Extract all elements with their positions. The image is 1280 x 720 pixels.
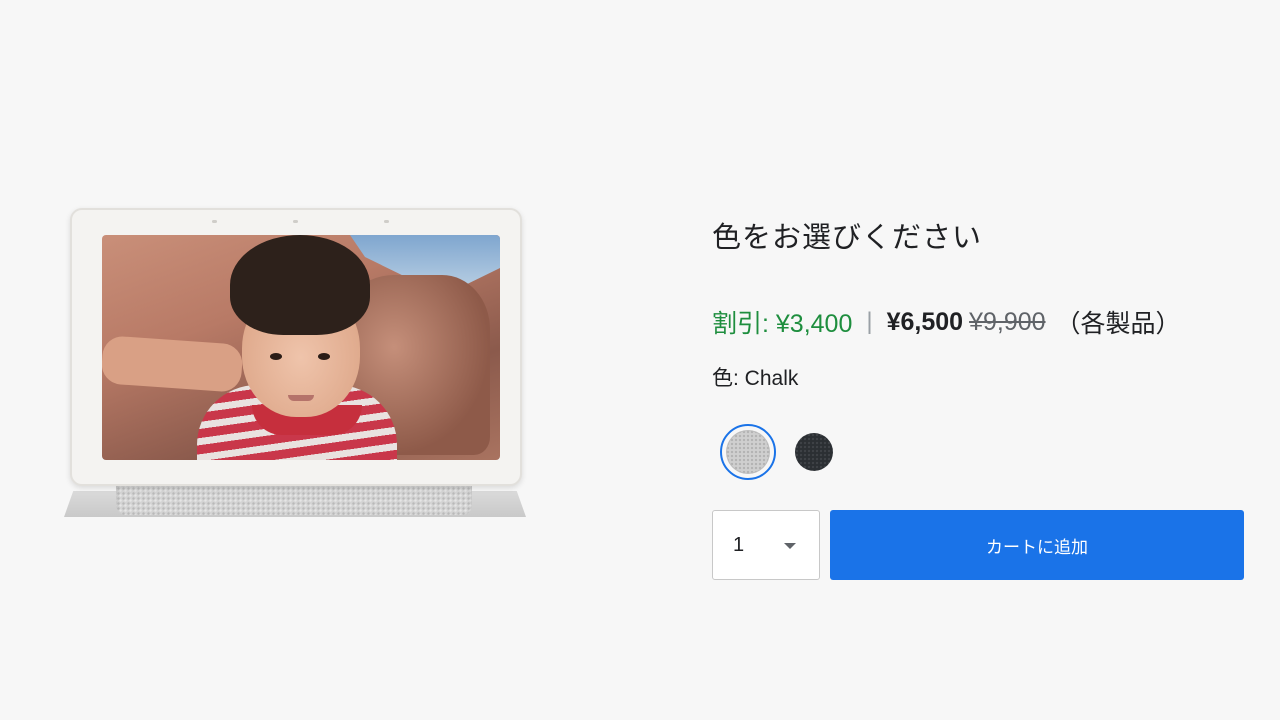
selected-color-label: 色: Chalk — [712, 367, 799, 390]
color-swatch-charcoal[interactable] — [794, 432, 834, 472]
color-swatches — [720, 424, 834, 480]
photo-eye — [318, 353, 330, 360]
per-item-note: （各製品） — [1055, 310, 1181, 338]
device-bezel — [70, 208, 522, 486]
choose-color-heading: 色をお選びください — [712, 222, 983, 254]
photo-eye — [270, 353, 282, 360]
device-speaker-fabric — [116, 481, 472, 515]
color-swatch-chalk[interactable] — [720, 424, 776, 480]
photo-hair — [230, 235, 370, 335]
sensor-dot — [384, 220, 389, 223]
charcoal-fabric-dot — [795, 433, 833, 471]
chalk-fabric-dot — [726, 430, 770, 474]
photo-mouth — [288, 395, 314, 401]
photo-arm — [102, 335, 244, 393]
price-row: 割引: ¥3,400 | ¥6,500 ¥9,900 （各製品） — [712, 305, 1181, 339]
original-price: ¥9,900 — [969, 307, 1046, 336]
current-price: ¥6,500 — [886, 307, 964, 336]
quantity-value: 1 — [733, 533, 745, 556]
add-to-cart-button[interactable]: カートに追加 — [830, 510, 1244, 580]
sensor-dot — [212, 220, 217, 223]
discount-text: 割引: ¥3,400 — [712, 310, 853, 338]
quantity-select[interactable]: 1 — [712, 510, 820, 580]
price-separator: | — [866, 308, 873, 335]
chevron-down-icon — [784, 543, 796, 549]
camera-sensor — [293, 220, 298, 223]
device-screen-photo — [102, 235, 500, 460]
product-image — [64, 205, 526, 517]
